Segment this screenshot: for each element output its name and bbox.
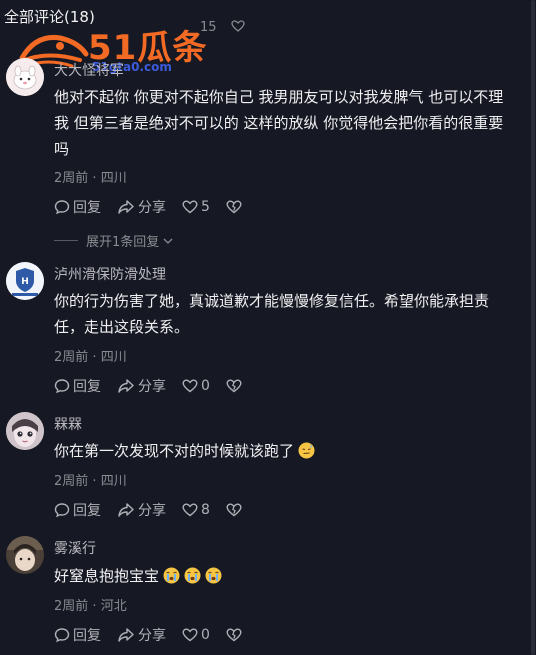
share-icon <box>118 503 134 517</box>
comment-meta: 2周前 · 四川 <box>54 350 127 365</box>
like-count: 0 <box>201 627 210 643</box>
avatar[interactable] <box>6 412 44 450</box>
share-button[interactable]: 分享 <box>117 376 166 396</box>
comment-time: 2周前 <box>54 474 89 489</box>
reply-button[interactable]: 回复 <box>54 197 101 217</box>
comment-location: 四川 <box>100 350 127 365</box>
comment-meta: 2周前 · 四川 <box>54 171 127 186</box>
like-button[interactable]: 0 <box>182 378 210 394</box>
reply-button[interactable]: 回复 <box>54 500 101 520</box>
svg-text:H: H <box>21 277 29 287</box>
comment-actions: 回复 分享 0 <box>54 376 258 396</box>
share-label: 分享 <box>138 200 166 216</box>
dislike-button[interactable] <box>226 200 242 214</box>
heart-icon <box>182 379 198 393</box>
comment-panel: 全部评论(18) 15 51瓜条 51gta0.com 大大怪将军 他对不起你 … <box>0 0 536 655</box>
heart-icon <box>182 503 198 517</box>
dislike-heart-icon <box>226 200 242 214</box>
reply-label: 回复 <box>73 200 101 216</box>
comment-username[interactable]: 雾溪行 <box>54 538 96 558</box>
comment-actions: 回复 分享 5 <box>54 197 258 217</box>
reply-label: 回复 <box>73 379 101 395</box>
crying-emoji-icon <box>205 567 222 584</box>
avatar[interactable] <box>6 58 44 96</box>
heart-icon <box>182 200 198 214</box>
dislike-button[interactable] <box>226 628 242 642</box>
dislike-heart-icon <box>226 379 242 393</box>
comment-text-content: 好窒息抱抱宝宝 <box>54 567 160 585</box>
chevron-down-icon <box>163 238 173 244</box>
reply-label: 回复 <box>73 628 101 644</box>
reply-icon <box>54 379 70 394</box>
reply-icon <box>54 628 70 643</box>
reply-button[interactable]: 回复 <box>54 376 101 396</box>
share-button[interactable]: 分享 <box>117 625 166 645</box>
expand-replies-label: 展开1条回复 <box>86 235 160 250</box>
comment-location: 四川 <box>100 171 127 186</box>
comment-username[interactable]: 大大怪将军 <box>54 60 124 80</box>
share-label: 分享 <box>138 503 166 519</box>
share-button[interactable]: 分享 <box>117 500 166 520</box>
share-icon <box>118 379 134 393</box>
share-label: 分享 <box>138 379 166 395</box>
comment-actions: 回复 分享 8 <box>54 500 258 520</box>
comment-time: 2周前 <box>54 171 89 186</box>
crying-emoji-icon <box>184 567 201 584</box>
crying-emoji-icon <box>163 567 180 584</box>
comment-text: 他对不起你 你更对不起你自己 我男朋友可以对我发脾气 也可以不理我 但第三者是绝… <box>54 88 504 158</box>
like-count: 5 <box>201 199 210 215</box>
comment-text-content: 你在第一次发现不对的时候就该跑了 <box>54 442 295 460</box>
comment-text: 好窒息抱抱宝宝 <box>54 563 514 589</box>
share-icon <box>118 200 134 214</box>
reply-label: 回复 <box>73 503 101 519</box>
comment-time: 2周前 <box>54 599 89 614</box>
dislike-heart-icon <box>226 628 242 642</box>
dislike-heart-icon[interactable] <box>231 20 245 32</box>
avatar[interactable] <box>6 536 44 574</box>
comment-text: 你在第一次发现不对的时候就该跑了 <box>54 438 514 464</box>
dislike-button[interactable] <box>226 503 242 517</box>
comment-location: 河北 <box>100 599 127 614</box>
dislike-button[interactable] <box>226 379 242 393</box>
reply-icon <box>54 503 70 518</box>
comment-location: 四川 <box>100 474 127 489</box>
like-button[interactable]: 0 <box>182 627 210 643</box>
comment-username[interactable]: 槑槑 <box>54 414 82 434</box>
comment-meta: 2周前 · 四川 <box>54 474 127 489</box>
close-icon[interactable] <box>510 6 524 20</box>
comment-meta: 2周前 · 河北 <box>54 599 127 614</box>
like-count: 0 <box>201 378 210 394</box>
reply-button[interactable]: 回复 <box>54 625 101 645</box>
comment-text: 你的行为伤害了她，真诚道歉才能慢慢修复信任。希望你能承担责任，走出这段关系。 <box>54 292 490 336</box>
share-icon <box>118 628 134 642</box>
like-count: 8 <box>201 502 210 518</box>
heart-icon <box>182 628 198 642</box>
comment-time: 2周前 <box>54 350 89 365</box>
reply-icon <box>54 200 70 215</box>
expand-replies-button[interactable]: 展开1条回复 <box>54 231 174 250</box>
comment-actions: 回复 分享 0 <box>54 625 258 645</box>
share-label: 分享 <box>138 628 166 644</box>
dislike-heart-icon <box>226 503 242 517</box>
scrollbar[interactable] <box>530 0 536 655</box>
like-button[interactable]: 5 <box>182 199 210 215</box>
like-button[interactable]: 8 <box>182 502 210 518</box>
avatar[interactable]: H <box>6 262 44 300</box>
comment-username[interactable]: 泸州滑保防滑处理 <box>54 264 166 284</box>
sweat-emoji-icon <box>298 442 315 459</box>
share-button[interactable]: 分享 <box>117 197 166 217</box>
divider <box>54 240 78 241</box>
